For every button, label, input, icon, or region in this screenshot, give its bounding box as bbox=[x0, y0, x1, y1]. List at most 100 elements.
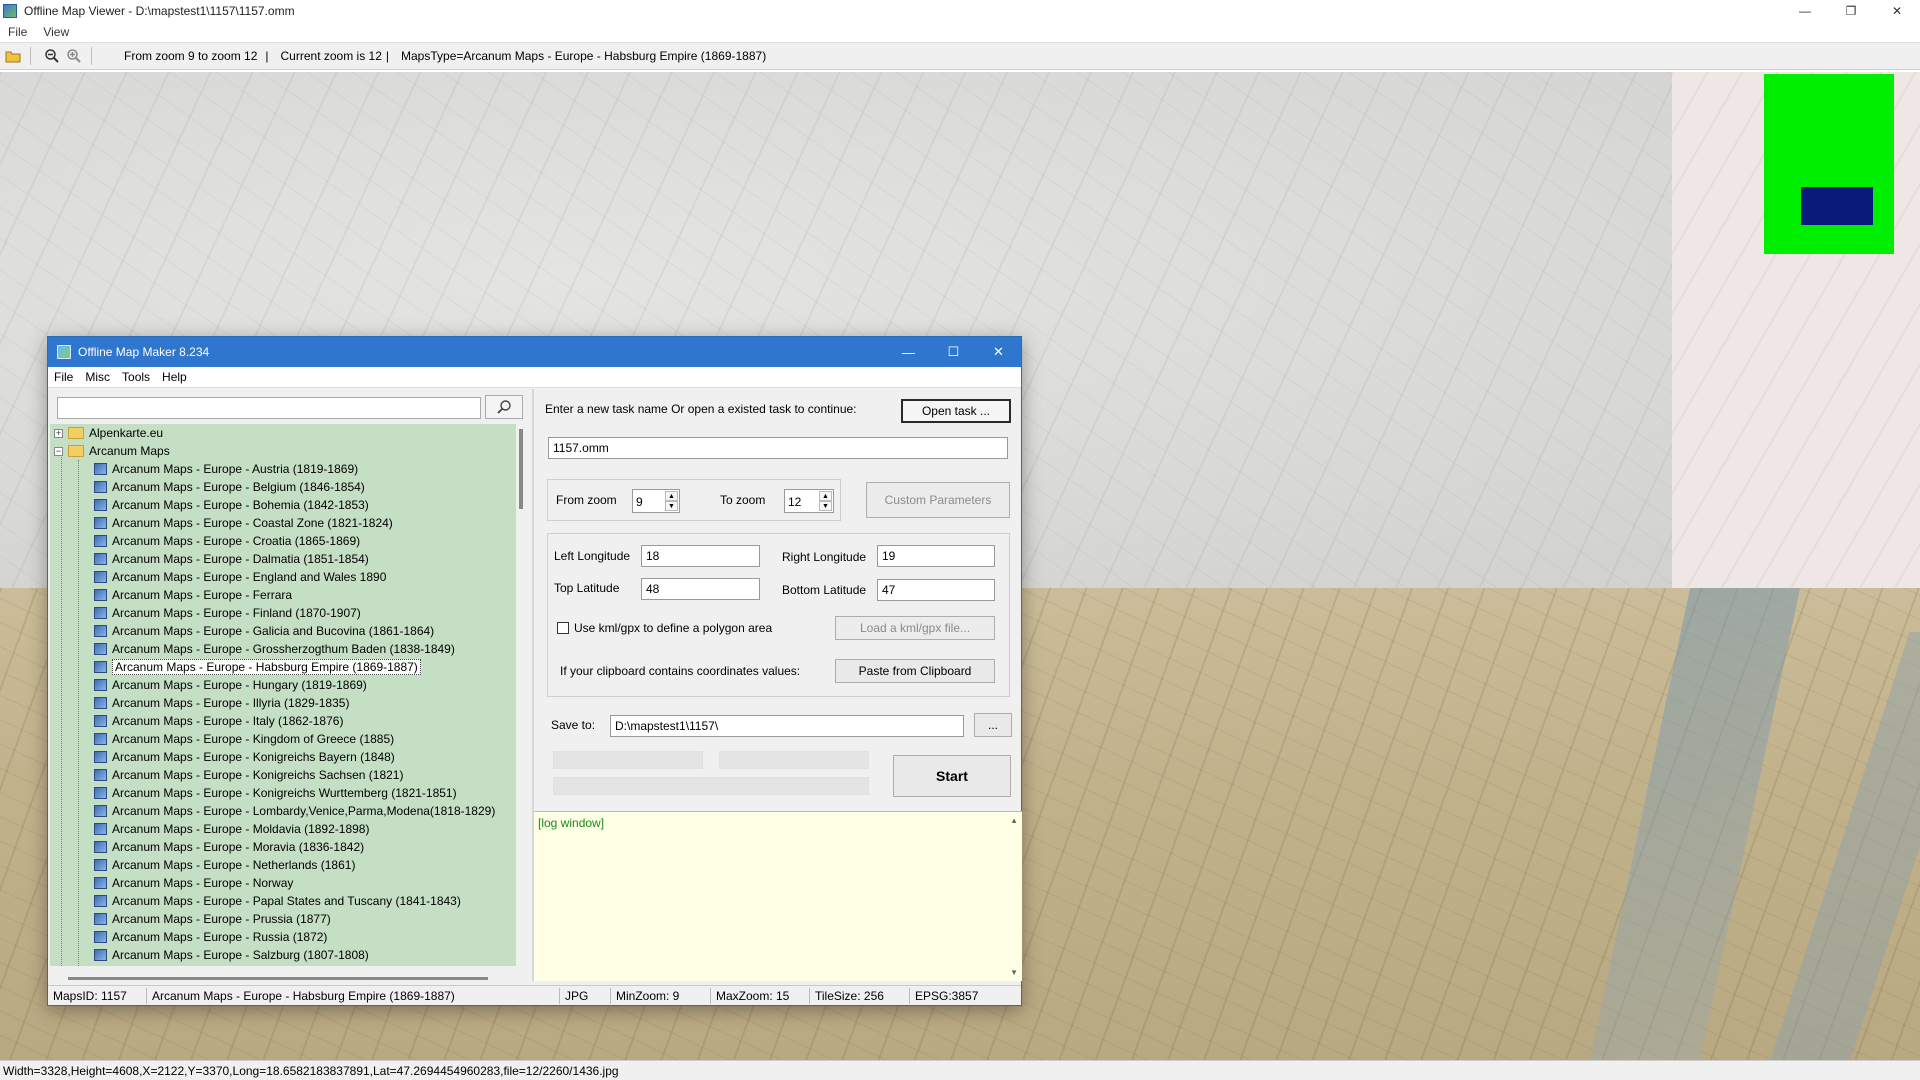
tree-item-label: Arcanum Maps - Europe - Moravia (1836-18… bbox=[112, 840, 365, 854]
map-search-input[interactable] bbox=[57, 397, 481, 419]
dialog-titlebar[interactable]: Offline Map Maker 8.234 — ☐ ✕ bbox=[48, 337, 1021, 367]
tree-map-item[interactable]: Arcanum Maps - Europe - Hungary (1819-18… bbox=[94, 676, 367, 694]
browse-button[interactable]: ... bbox=[974, 713, 1012, 737]
search-icon bbox=[497, 400, 511, 414]
log-window[interactable]: [log window] ▲ ▼ bbox=[534, 811, 1022, 981]
open-task-button[interactable]: Open task ... bbox=[901, 399, 1011, 423]
use-kml-label: Use kml/gpx to define a polygon area bbox=[574, 621, 773, 635]
tree-map-item[interactable]: Arcanum Maps - Europe - Kingdom of Greec… bbox=[94, 730, 394, 748]
tree-item-label: Arcanum Maps - Europe - Netherlands (186… bbox=[112, 858, 356, 872]
zoom-out-icon[interactable] bbox=[43, 47, 61, 65]
tree-map-item[interactable]: Arcanum Maps - Europe - Grossherzogthum … bbox=[94, 640, 455, 658]
expand-icon[interactable]: + bbox=[54, 428, 63, 438]
progress-bar bbox=[553, 777, 869, 795]
scroll-up-icon[interactable]: ▲ bbox=[1010, 816, 1018, 825]
clipboard-prompt-label: If your clipboard contains coordinates v… bbox=[560, 664, 801, 678]
overview-map[interactable] bbox=[1764, 74, 1894, 254]
tree-map-item[interactable]: Arcanum Maps - Europe - Austria (1819-18… bbox=[94, 460, 358, 478]
tree-root-item[interactable]: − Arcanum Maps bbox=[54, 442, 170, 460]
dialog-menu-file[interactable]: File bbox=[48, 370, 79, 384]
close-button[interactable]: ✕ bbox=[1874, 0, 1920, 22]
tree-map-item[interactable]: Arcanum Maps - Europe - Prussia (1877) bbox=[94, 910, 331, 928]
search-button[interactable] bbox=[485, 395, 523, 419]
load-kml-button[interactable]: Load a kml/gpx file... bbox=[835, 616, 995, 640]
zoom-in-icon[interactable] bbox=[65, 47, 83, 65]
tree-item-label: Alpenkarte.eu bbox=[89, 426, 164, 440]
to-zoom-spinner[interactable]: 12 ▲ ▼ bbox=[784, 489, 834, 513]
to-zoom-value: 12 bbox=[788, 495, 802, 509]
tree-map-item[interactable]: Arcanum Maps - Europe - Salzburg (1807-1… bbox=[94, 946, 369, 964]
dialog-menu-tools[interactable]: Tools bbox=[116, 370, 156, 384]
map-icon bbox=[94, 499, 107, 511]
tree-map-item[interactable]: Arcanum Maps - Europe - Bohemia (1842-18… bbox=[94, 496, 369, 514]
from-zoom-spinner[interactable]: 9 ▲ ▼ bbox=[632, 489, 680, 513]
open-folder-icon[interactable] bbox=[4, 47, 22, 65]
use-kml-checkbox[interactable] bbox=[557, 622, 569, 634]
collapse-icon[interactable]: − bbox=[54, 446, 63, 456]
custom-parameters-button[interactable]: Custom Parameters bbox=[866, 482, 1010, 518]
tree-map-item[interactable]: Arcanum Maps - Europe - Galicia and Buco… bbox=[94, 622, 434, 640]
tree-map-item[interactable]: Arcanum Maps - Europe - Lombardy,Venice,… bbox=[94, 802, 495, 820]
left-longitude-input[interactable]: 18 bbox=[641, 545, 760, 567]
tree-map-item[interactable]: Arcanum Maps - Europe - Konigreichs Sach… bbox=[94, 766, 403, 784]
tree-guide-line bbox=[61, 452, 62, 966]
paste-from-clipboard-button[interactable]: Paste from Clipboard bbox=[835, 659, 995, 683]
current-zoom-text: Current zoom is 12 bbox=[280, 49, 382, 63]
tree-map-item[interactable]: Arcanum Maps - Europe - Ferrara bbox=[94, 586, 292, 604]
task-name-input[interactable]: 1157.omm bbox=[548, 437, 1008, 459]
tree-vertical-scrollbar[interactable] bbox=[519, 429, 523, 509]
tree-map-item[interactable]: Arcanum Maps - Europe - Norway bbox=[94, 874, 293, 892]
start-button[interactable]: Start bbox=[893, 755, 1011, 797]
tree-item-label: Arcanum Maps - Europe - Croatia (1865-18… bbox=[112, 534, 361, 548]
tree-map-item[interactable]: Arcanum Maps - Europe - Konigreichs Wurt… bbox=[94, 784, 457, 802]
tree-map-item[interactable]: Arcanum Maps - Europe - Dalmatia (1851-1… bbox=[94, 550, 369, 568]
tree-item-label: Arcanum Maps - Europe - Bohemia (1842-18… bbox=[112, 498, 369, 512]
tree-map-item[interactable]: Arcanum Maps - Europe - Moldavia (1892-1… bbox=[94, 820, 369, 838]
status-map-name: Arcanum Maps - Europe - Habsburg Empire … bbox=[147, 987, 560, 1004]
status-tile-size: TileSize: 256 bbox=[810, 987, 910, 1004]
bottom-latitude-input[interactable]: 47 bbox=[877, 579, 995, 601]
spin-down-icon[interactable]: ▼ bbox=[819, 501, 832, 511]
minimize-button[interactable]: — bbox=[1782, 0, 1828, 22]
tree-map-item[interactable]: Arcanum Maps - Europe - Croatia (1865-18… bbox=[94, 532, 360, 550]
map-icon bbox=[94, 877, 107, 889]
map-icon bbox=[94, 463, 107, 475]
maps-tree[interactable]: + Alpenkarte.eu − Arcanum Maps Arcanum Maps … bbox=[50, 424, 516, 966]
tree-map-item[interactable]: Arcanum Maps - Europe - Russia (1872) bbox=[94, 928, 327, 946]
dialog-menu-help[interactable]: Help bbox=[156, 370, 193, 384]
overview-viewport-rect[interactable] bbox=[1801, 187, 1873, 225]
tree-map-item[interactable]: Arcanum Maps - Europe - Moravia (1836-18… bbox=[94, 838, 364, 856]
tree-map-item[interactable]: Arcanum Maps - Europe - Papal States and… bbox=[94, 892, 461, 910]
map-icon bbox=[94, 913, 107, 925]
tree-map-item[interactable]: Arcanum Maps - Europe - Finland (1870-19… bbox=[94, 604, 361, 622]
tree-root-item[interactable]: + Alpenkarte.eu bbox=[54, 424, 163, 442]
tree-item-label: Arcanum Maps - Europe - Illyria (1829-18… bbox=[112, 696, 350, 710]
tree-horizontal-scrollbar[interactable] bbox=[68, 977, 488, 980]
top-latitude-input[interactable]: 48 bbox=[641, 578, 760, 600]
right-longitude-input[interactable]: 19 bbox=[877, 545, 995, 567]
save-to-input[interactable]: D:\mapstest1\1157\ bbox=[610, 715, 964, 737]
tree-item-label: Arcanum Maps - Europe - Konigreichs Wurt… bbox=[112, 786, 457, 800]
tree-map-item[interactable]: Arcanum Maps - Europe - Illyria (1829-18… bbox=[94, 694, 349, 712]
tree-map-item[interactable]: Arcanum Maps - Europe - Habsburg Empire … bbox=[94, 658, 421, 676]
menu-view[interactable]: View bbox=[35, 25, 77, 39]
tree-map-item[interactable]: Arcanum Maps - Europe - Netherlands (186… bbox=[94, 856, 355, 874]
tree-map-item[interactable]: Arcanum Maps - Europe - Belgium (1846-18… bbox=[94, 478, 365, 496]
dialog-menu-misc[interactable]: Misc bbox=[79, 370, 116, 384]
tree-map-item[interactable]: Arcanum Maps - Europe - Italy (1862-1876… bbox=[94, 712, 343, 730]
spin-down-icon[interactable]: ▼ bbox=[665, 501, 678, 511]
map-icon bbox=[94, 697, 107, 709]
dialog-close-button[interactable]: ✕ bbox=[976, 337, 1021, 367]
scroll-down-icon[interactable]: ▼ bbox=[1010, 968, 1018, 977]
menu-file[interactable]: File bbox=[0, 25, 35, 39]
tree-item-label: Arcanum Maps - Europe - Konigreichs Baye… bbox=[112, 750, 395, 764]
spin-up-icon[interactable]: ▲ bbox=[665, 491, 678, 501]
folder-icon bbox=[68, 427, 84, 439]
tree-map-item[interactable]: Arcanum Maps - Europe - Coastal Zone (18… bbox=[94, 514, 393, 532]
maximize-button[interactable]: ❐ bbox=[1828, 0, 1874, 22]
spin-up-icon[interactable]: ▲ bbox=[819, 491, 832, 501]
dialog-minimize-button[interactable]: — bbox=[886, 337, 931, 367]
dialog-maximize-button[interactable]: ☐ bbox=[931, 337, 976, 367]
tree-map-item[interactable]: Arcanum Maps - Europe - Konigreichs Baye… bbox=[94, 748, 395, 766]
tree-map-item[interactable]: Arcanum Maps - Europe - England and Wale… bbox=[94, 568, 386, 586]
